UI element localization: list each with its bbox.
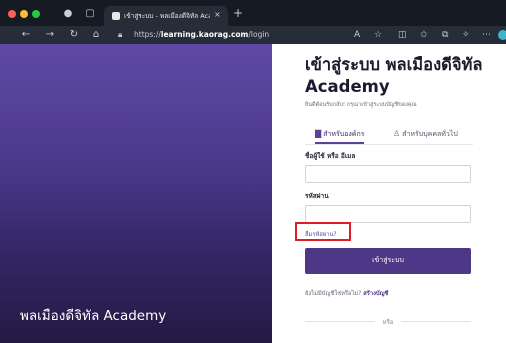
- tab-organization-label: สำหรับองค์กร: [323, 130, 365, 138]
- tab-organization[interactable]: ▇ สำหรับองค์กร: [315, 128, 365, 144]
- hero-title: พลเมืองดีจิทัล Academy: [20, 308, 167, 324]
- lock-icon[interactable]: 🔒︎: [118, 30, 122, 40]
- reload-icon[interactable]: ↻: [68, 28, 80, 42]
- forgot-password-link[interactable]: ลืมรหัสผ่าน?: [305, 229, 337, 239]
- close-window-button[interactable]: [8, 10, 16, 18]
- or-label: หรือ: [382, 319, 394, 326]
- building-icon: ▇: [315, 129, 322, 138]
- tab-actions-icon[interactable]: ▢: [84, 8, 96, 20]
- or-divider: หรือ: [305, 316, 471, 326]
- browser-window: ● ▢ เข้าสู่ระบบ - พลเมืองดีจิทัล Acade ×…: [0, 0, 506, 343]
- user-icon: ♙: [393, 129, 401, 138]
- or-line-right: [401, 321, 471, 322]
- favorites-bar-icon[interactable]: ✩: [420, 28, 428, 42]
- forward-icon[interactable]: →: [44, 28, 56, 42]
- extensions-icon[interactable]: ✧: [462, 28, 470, 42]
- account-type-tabs: ▇ สำหรับองค์กร ♙ สำหรับบุคคลทั่วไป: [305, 126, 473, 145]
- maximize-window-button[interactable]: [32, 10, 40, 18]
- browser-tab[interactable]: เข้าสู่ระบบ - พลเมืองดีจิทัล Acade ×: [104, 6, 228, 26]
- tabs-divider: [305, 144, 473, 145]
- home-icon[interactable]: ⌂: [90, 28, 102, 42]
- signup-prompt: ยังไม่มีบัญชีใช่หรือไม่?: [305, 291, 362, 297]
- create-account-link[interactable]: สร้างบัญชี: [363, 291, 388, 297]
- login-panel: เข้าสู่ระบบ พลเมืองดีจิทัล Academy ยินดี…: [272, 44, 506, 343]
- tab-individual-label: สำหรับบุคคลทั่วไป: [402, 130, 458, 138]
- address-bar[interactable]: 🔒︎ https://learning.kaorag.com/login: [112, 28, 272, 42]
- hero-banner: พลเมืองดีจิทัล Academy: [0, 44, 272, 343]
- copilot-icon[interactable]: [498, 30, 506, 40]
- login-button[interactable]: เข้าสู่ระบบ: [305, 248, 471, 274]
- minimize-window-button[interactable]: [20, 10, 28, 18]
- username-label: ชื่อผู้ใช้ หรือ อีเมล: [305, 152, 356, 160]
- url-path: /login: [248, 30, 270, 39]
- collections-icon[interactable]: ⧉: [442, 28, 448, 42]
- url-text[interactable]: https://learning.kaorag.com/login: [134, 30, 269, 39]
- url-host: learning.kaorag.com: [160, 30, 249, 39]
- page-title: เข้าสู่ระบบ พลเมืองดีจิทัล Academy: [305, 55, 483, 96]
- address-toolbar: ← → ↻ ⌂ 🔒︎ https://learning.kaorag.com/l…: [0, 26, 506, 44]
- new-tab-button[interactable]: +: [233, 6, 243, 20]
- split-screen-icon[interactable]: ◫: [398, 28, 407, 42]
- tab-title: เข้าสู่ระบบ - พลเมืองดีจิทัล Acade: [124, 12, 210, 20]
- welcome-subtitle: ยินดีต้อนรับกลับ! กรุณาเข้าสู่ระบบบัญชีข…: [305, 102, 417, 108]
- tab-bar: ● ▢ เข้าสู่ระบบ - พลเมืองดีจิทัล Acade ×…: [0, 0, 506, 26]
- close-tab-icon[interactable]: ×: [214, 10, 221, 19]
- login-button-label: เข้าสู่ระบบ: [372, 257, 404, 264]
- password-input[interactable]: [305, 205, 471, 223]
- password-label: รหัสผ่าน: [305, 192, 329, 200]
- signup-row: ยังไม่มีบัญชีใช่หรือไม่? สร้างบัญชี: [305, 288, 388, 298]
- profile-icon[interactable]: ●: [62, 8, 74, 20]
- tab-individual[interactable]: ♙ สำหรับบุคคลทั่วไป: [393, 128, 458, 144]
- more-icon[interactable]: ⋯: [482, 28, 491, 42]
- favorite-icon[interactable]: ☆: [374, 28, 382, 42]
- back-icon[interactable]: ←: [20, 28, 32, 42]
- username-input[interactable]: [305, 165, 471, 183]
- favicon-icon: [112, 12, 120, 20]
- read-aloud-icon[interactable]: A: [354, 28, 360, 42]
- url-prefix: https://: [134, 30, 161, 39]
